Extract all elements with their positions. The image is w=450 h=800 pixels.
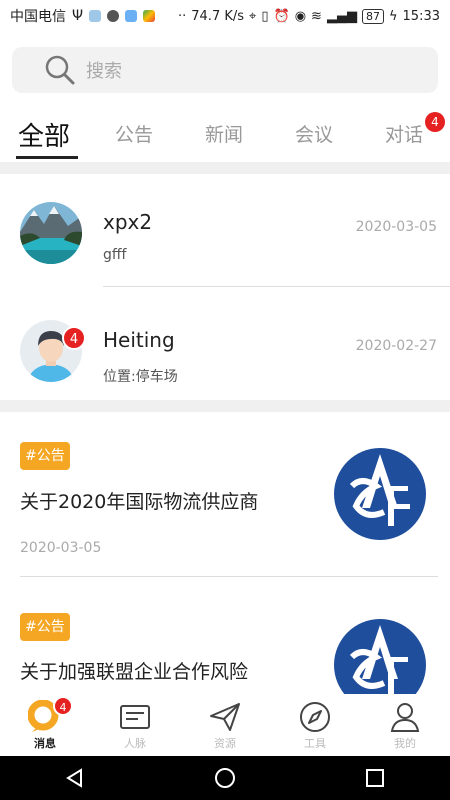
- vibrate-icon: ▯: [261, 8, 269, 24]
- nav-tools[interactable]: 工具: [270, 694, 360, 756]
- category-tabs: 全部 公告 新闻 会议 对话 4: [0, 110, 450, 162]
- message-icon: [107, 10, 120, 22]
- home-icon[interactable]: [214, 767, 236, 789]
- chat-item-xpx2[interactable]: xpx2 gfff 2020-03-05: [0, 174, 450, 290]
- contact-card-icon: [120, 705, 150, 729]
- unread-badge: 4: [62, 326, 86, 350]
- status-bar: 中国电信 Ψ ·· 74.7 K/s ⌖ ▯ ⏰ ◉ ≋ ▂▄▆ 87 ϟ 15…: [0, 0, 450, 32]
- news-thumbnail: [334, 619, 426, 694]
- play-store-icon: [143, 10, 156, 22]
- nav-contacts[interactable]: 人脉: [90, 694, 180, 756]
- eye-icon: ◉: [294, 8, 307, 24]
- search-input[interactable]: 搜索: [12, 47, 438, 93]
- nav-label: 工具: [304, 737, 326, 750]
- usb-icon: Ψ: [72, 8, 84, 24]
- charging-icon: ϟ: [388, 8, 398, 24]
- section-separator: [0, 400, 450, 412]
- chat-item-heiting[interactable]: 4 Heiting 位置:停车场 2020-02-27: [0, 290, 450, 406]
- app-notification-icon: [89, 10, 102, 22]
- news-date: 2020-03-05: [20, 540, 102, 556]
- dots-icon: ··: [178, 8, 187, 24]
- divider: [103, 286, 450, 287]
- tab-conversations[interactable]: 对话: [385, 120, 423, 147]
- bottom-navigation: 4 消息 人脉 资源 工具 我的: [0, 694, 450, 756]
- news-title: 关于加强联盟企业合作风险: [20, 661, 249, 683]
- battery-indicator: 87: [361, 8, 384, 24]
- nav-profile[interactable]: 我的: [360, 694, 450, 756]
- chat-name: Heiting: [103, 328, 175, 352]
- nav-label: 我的: [394, 737, 416, 750]
- chat-preview: gfff: [103, 247, 127, 263]
- carrier-label: 中国电信: [10, 9, 66, 25]
- system-navigation-bar: [0, 756, 450, 800]
- section-separator: [0, 162, 450, 174]
- tab-all[interactable]: 全部: [18, 116, 70, 153]
- news-thumbnail: [334, 448, 426, 540]
- clock: 15:33: [402, 8, 440, 24]
- avatar: [20, 202, 82, 264]
- tab-news[interactable]: 新闻: [205, 120, 243, 147]
- nav-resources[interactable]: 资源: [180, 694, 270, 756]
- recent-apps-icon[interactable]: [364, 767, 386, 789]
- user-icon: [390, 703, 420, 732]
- network-speed: 74.7 K/s: [191, 8, 245, 24]
- news-tag: #公告: [20, 442, 70, 470]
- search-icon: [45, 55, 75, 85]
- news-title: 关于2020年国际物流供应商: [20, 491, 259, 513]
- chat-name: xpx2: [103, 210, 153, 234]
- signal-icon: ▂▄▆: [326, 8, 357, 24]
- back-icon[interactable]: [64, 767, 86, 789]
- chat-date: 2020-03-05: [355, 219, 437, 235]
- location-icon: ⌖: [249, 8, 257, 24]
- nav-messages[interactable]: 4 消息: [0, 694, 90, 756]
- news-item[interactable]: #公告 关于加强联盟企业合作风险: [0, 577, 450, 694]
- wifi-icon: ≋: [311, 8, 322, 24]
- tab-meetings[interactable]: 会议: [295, 120, 333, 147]
- messages-badge: 4: [53, 696, 73, 716]
- tab-announcements[interactable]: 公告: [115, 120, 153, 147]
- chat-date: 2020-02-27: [355, 338, 437, 354]
- alarm-icon: ⏰: [273, 8, 290, 24]
- nav-label: 人脉: [124, 737, 146, 750]
- conversations-badge: 4: [425, 112, 445, 132]
- paper-plane-icon: [210, 703, 240, 731]
- chat-preview: 位置:停车场: [103, 369, 178, 385]
- nav-label: 资源: [214, 737, 236, 750]
- news-item[interactable]: #公告 关于2020年国际物流供应商 2020-03-05: [0, 412, 450, 576]
- nav-label: 消息: [34, 737, 56, 750]
- app-notification-icon: [125, 10, 138, 22]
- news-tag: #公告: [20, 613, 70, 641]
- search-placeholder: 搜索: [86, 61, 122, 82]
- compass-icon: [300, 702, 330, 732]
- active-tab-indicator: [16, 156, 78, 159]
